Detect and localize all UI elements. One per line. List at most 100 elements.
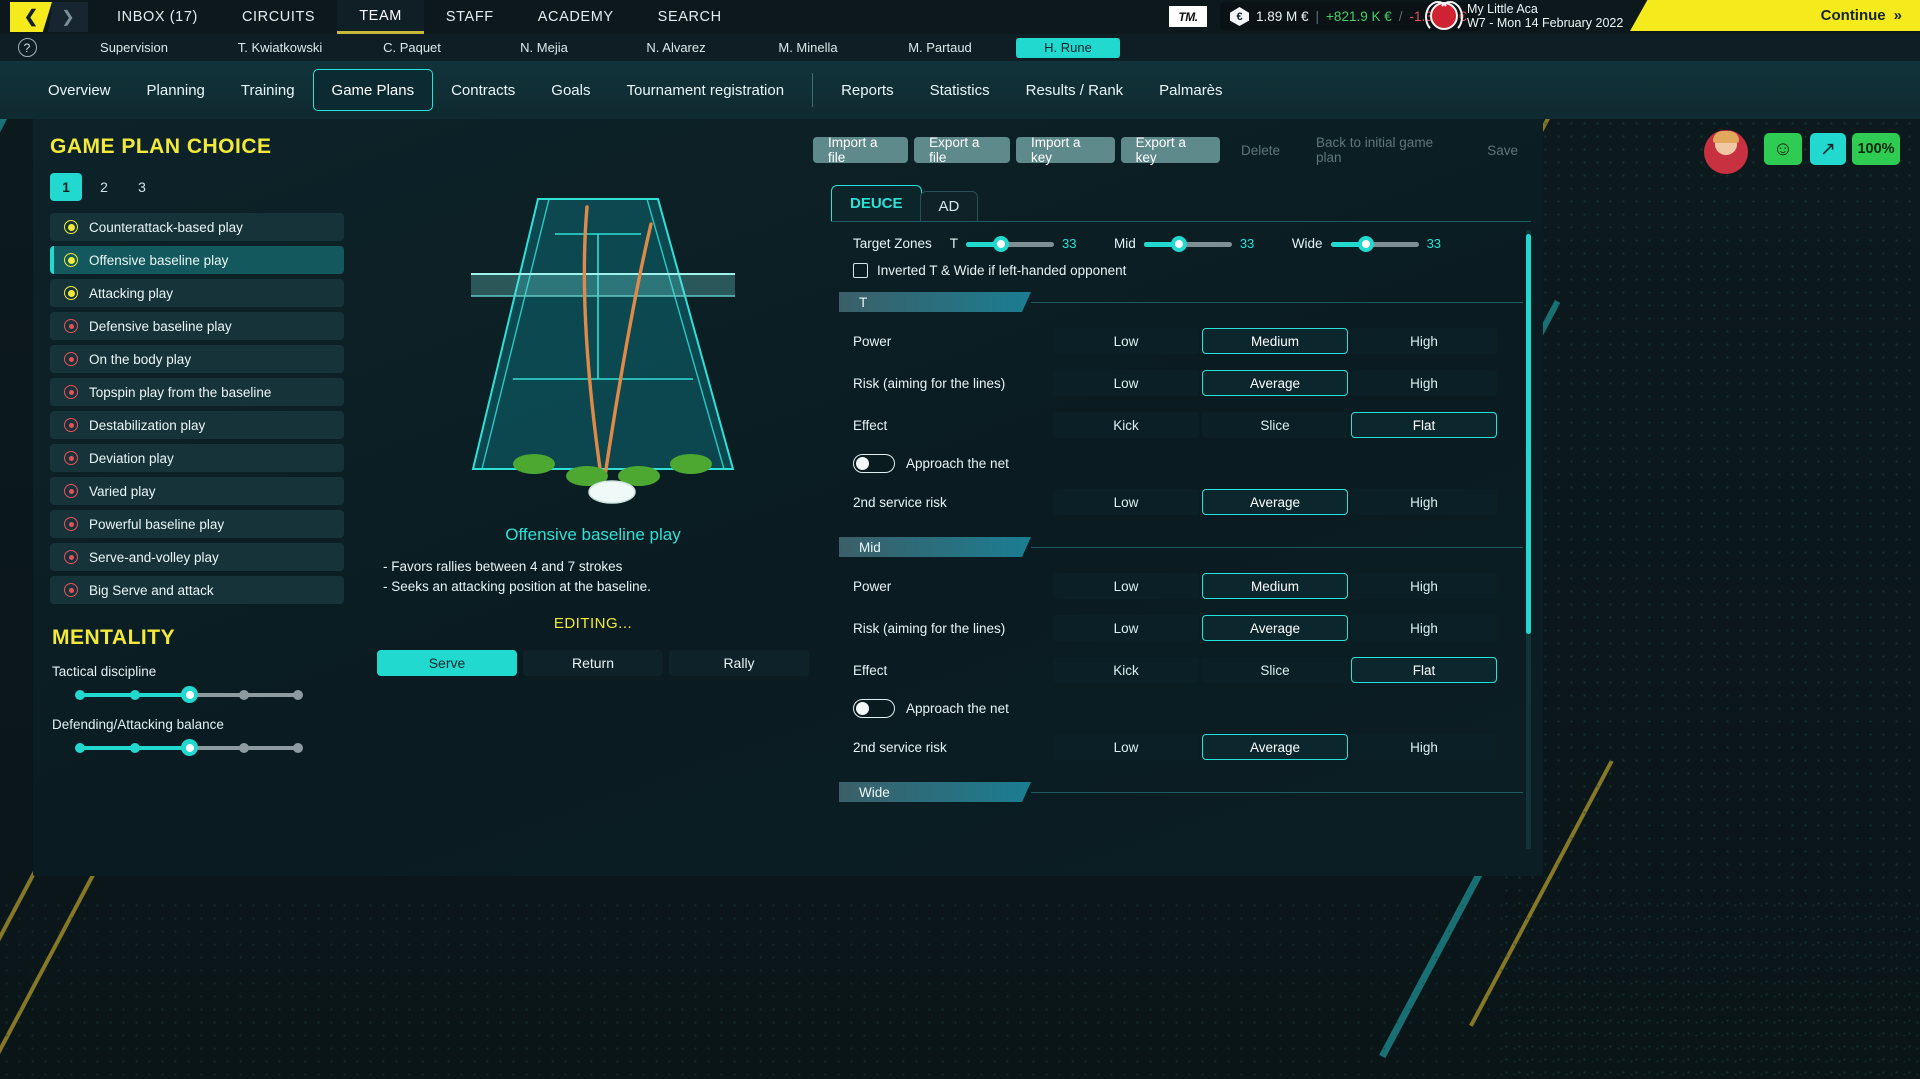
tab-game-plans[interactable]: Game Plans	[313, 69, 434, 111]
phase-button-group[interactable]: Serve Return Rally	[363, 650, 823, 676]
zone-slider-mid[interactable]	[1144, 237, 1232, 251]
player-tab-rune[interactable]: H. Rune	[1016, 38, 1120, 58]
list-item[interactable]: Offensive baseline play	[50, 246, 344, 274]
list-item[interactable]: Counterattack-based play	[50, 213, 344, 241]
slider-node[interactable]	[130, 743, 140, 753]
tab-training[interactable]: Training	[223, 69, 313, 111]
zone-slider-wide[interactable]	[1331, 237, 1419, 251]
phase-button-rally[interactable]: Rally	[669, 650, 809, 676]
option-buttons[interactable]: Kick Slice Flat	[1053, 412, 1497, 438]
history-nav[interactable]: ❮ ❯	[10, 2, 88, 32]
slider-knob[interactable]	[1358, 236, 1374, 252]
option-buttons[interactable]: Low Average High	[1053, 734, 1497, 760]
nav-item-staff[interactable]: STAFF	[424, 0, 516, 34]
tab-tournament-registration[interactable]: Tournament registration	[608, 69, 802, 111]
list-item[interactable]: Serve-and-volley play	[50, 543, 344, 571]
zone-slider-t[interactable]	[966, 237, 1054, 251]
option-low[interactable]: Low	[1053, 370, 1199, 396]
slider-defending-attacking[interactable]	[80, 740, 298, 756]
option-slice[interactable]: Slice	[1202, 657, 1348, 683]
list-item[interactable]: Destabilization play	[50, 411, 344, 439]
nav-item-team[interactable]: TEAM	[337, 0, 424, 34]
help-button[interactable]: ?	[0, 38, 54, 57]
slider-node[interactable]	[239, 690, 249, 700]
option-average[interactable]: Average	[1202, 734, 1348, 760]
player-tab-partaud[interactable]: M. Partaud	[874, 40, 1006, 55]
player-tab-mejia[interactable]: N. Mejia	[478, 40, 610, 55]
option-high[interactable]: High	[1351, 370, 1497, 396]
option-low[interactable]: Low	[1053, 734, 1199, 760]
option-average[interactable]: Average	[1202, 615, 1348, 641]
player-tab-kwiatkowski[interactable]: T. Kwiatkowski	[214, 40, 346, 55]
slider-tactical-discipline[interactable]	[80, 687, 298, 703]
slider-knob[interactable]	[993, 236, 1009, 252]
tab-deuce[interactable]: DEUCE	[831, 185, 922, 221]
list-item[interactable]: On the body play	[50, 345, 344, 373]
option-buttons[interactable]: Low Average High	[1053, 489, 1497, 515]
option-flat[interactable]: Flat	[1351, 657, 1497, 683]
import-key-button[interactable]: Import a key	[1016, 137, 1115, 163]
forward-button[interactable]: ❯	[48, 2, 88, 32]
option-low[interactable]: Low	[1053, 615, 1199, 641]
tab-reports[interactable]: Reports	[823, 69, 912, 111]
inverted-zones-checkbox[interactable]	[853, 263, 868, 278]
nav-item-search[interactable]: SEARCH	[636, 0, 744, 34]
slider-node[interactable]	[293, 690, 303, 700]
list-item[interactable]: Powerful baseline play	[50, 510, 344, 538]
option-slice[interactable]: Slice	[1202, 412, 1348, 438]
trend-up-arrow-icon[interactable]: ↗	[1810, 133, 1846, 165]
player-tab-minella[interactable]: M. Minella	[742, 40, 874, 55]
plan-slot-3[interactable]: 3	[126, 173, 158, 201]
list-item[interactable]: Varied play	[50, 477, 344, 505]
slider-node[interactable]	[130, 690, 140, 700]
option-low[interactable]: Low	[1053, 489, 1199, 515]
continue-button[interactable]: Continue »	[1630, 0, 1920, 31]
game-plan-slot-selector[interactable]: 1 2 3	[50, 173, 344, 201]
nav-item-academy[interactable]: ACADEMY	[516, 0, 636, 34]
slider-node[interactable]	[75, 690, 85, 700]
export-file-button[interactable]: Export a file	[914, 137, 1010, 163]
plan-slot-2[interactable]: 2	[88, 173, 120, 201]
list-item[interactable]: Attacking play	[50, 279, 344, 307]
option-medium[interactable]: Medium	[1202, 328, 1348, 354]
option-high[interactable]: High	[1351, 734, 1497, 760]
option-kick[interactable]: Kick	[1053, 412, 1199, 438]
option-low[interactable]: Low	[1053, 328, 1199, 354]
nav-item-circuits[interactable]: CIRCUITS	[220, 0, 337, 34]
inverted-zones-row[interactable]: Inverted T & Wide if left-handed opponen…	[853, 263, 1531, 278]
option-kick[interactable]: Kick	[1053, 657, 1199, 683]
list-item[interactable]: Deviation play	[50, 444, 344, 472]
option-average[interactable]: Average	[1202, 489, 1348, 515]
slider-node[interactable]	[239, 743, 249, 753]
approach-net-row-mid[interactable]: Approach the net	[853, 699, 1531, 718]
tab-goals[interactable]: Goals	[533, 69, 608, 111]
option-buttons[interactable]: Low Average High	[1053, 615, 1497, 641]
tab-planning[interactable]: Planning	[129, 69, 223, 111]
tab-palmares[interactable]: Palmarès	[1141, 69, 1240, 111]
list-item[interactable]: Topspin play from the baseline	[50, 378, 344, 406]
nav-item-inbox[interactable]: INBOX (17)	[95, 0, 220, 34]
export-key-button[interactable]: Export a key	[1121, 137, 1220, 163]
tab-contracts[interactable]: Contracts	[433, 69, 533, 111]
slider-knob[interactable]	[181, 739, 198, 756]
back-button[interactable]: ❮	[10, 2, 52, 32]
slider-knob[interactable]	[1171, 236, 1187, 252]
approach-net-toggle[interactable]	[853, 454, 895, 473]
module-tabs[interactable]: Overview Planning Training Game Plans Co…	[30, 69, 1241, 111]
main-nav[interactable]: INBOX (17) CIRCUITS TEAM STAFF ACADEMY S…	[95, 0, 744, 34]
tab-ad[interactable]: AD	[920, 191, 979, 221]
option-buttons[interactable]: Low Average High	[1053, 370, 1497, 396]
option-buttons[interactable]: Low Medium High	[1053, 573, 1497, 599]
option-medium[interactable]: Medium	[1202, 573, 1348, 599]
slider-node[interactable]	[75, 743, 85, 753]
option-flat[interactable]: Flat	[1351, 412, 1497, 438]
file-actions-toolbar[interactable]: Import a file Export a file Import a key…	[813, 137, 1533, 163]
slider-knob[interactable]	[181, 686, 198, 703]
list-item[interactable]: Defensive baseline play	[50, 312, 344, 340]
player-tab-paquet[interactable]: C. Paquet	[346, 40, 478, 55]
approach-net-row-t[interactable]: Approach the net	[853, 454, 1531, 473]
option-high[interactable]: High	[1351, 328, 1497, 354]
plan-slot-1[interactable]: 1	[50, 173, 82, 201]
supervision-link[interactable]: Supervision	[54, 40, 214, 55]
tab-overview[interactable]: Overview	[30, 69, 129, 111]
